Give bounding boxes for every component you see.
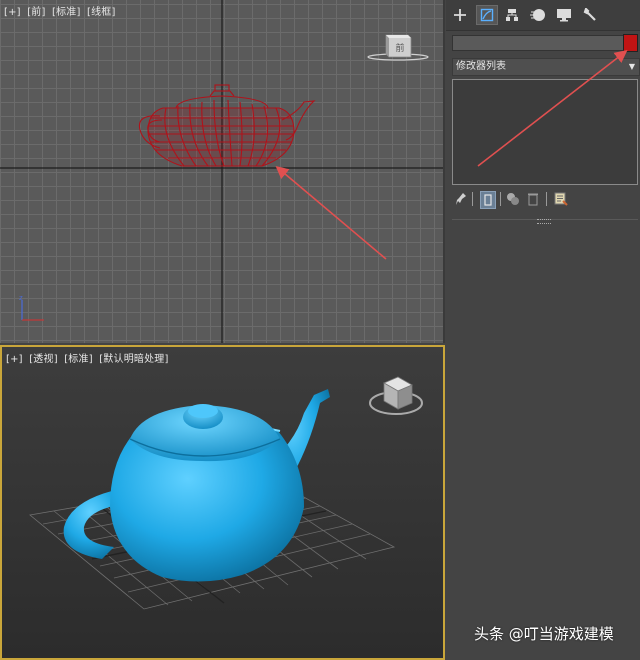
- trash-icon: [528, 193, 538, 206]
- make-unique-icon: [507, 193, 519, 205]
- display-tab[interactable]: [554, 6, 574, 24]
- hierarchy-tab[interactable]: [502, 6, 522, 24]
- front-viewport[interactable]: [+] [前] [标准] [线框] 前 z: [0, 0, 445, 343]
- svg-text:z: z: [19, 294, 23, 302]
- command-panel: 修改器列表 ▼: [446, 0, 640, 658]
- motion-tab[interactable]: [528, 6, 548, 24]
- perspective-viewport-canvas: [29, 376, 423, 610]
- toolbar-separator: [546, 192, 547, 206]
- modifier-stack-list[interactable]: [452, 79, 638, 185]
- display-icon: [557, 9, 571, 22]
- viewcube[interactable]: [369, 376, 423, 415]
- modifier-list-label: 修改器列表: [456, 61, 506, 72]
- rollout-grip-icon: [537, 219, 551, 224]
- toolbar-separator: [500, 192, 501, 206]
- axis-gizmo: z: [19, 294, 44, 321]
- object-name-input[interactable]: [452, 35, 626, 51]
- toolbar-separator: [472, 192, 473, 206]
- utilities-wrench-icon: [583, 8, 596, 21]
- hierarchy-icon: [506, 9, 518, 21]
- wireframe-teapot[interactable]: [138, 84, 316, 167]
- create-tab[interactable]: [450, 6, 470, 24]
- modifier-list-dropdown[interactable]: 修改器列表 ▼: [452, 58, 640, 76]
- make-unique-button[interactable]: [506, 191, 520, 207]
- viewcube[interactable]: 前: [367, 34, 429, 61]
- modify-icon: [480, 8, 494, 22]
- remove-modifier-button[interactable]: [526, 191, 540, 207]
- motion-icon: [530, 9, 545, 21]
- modify-tab[interactable]: [476, 5, 498, 25]
- create-plus-icon: [454, 9, 466, 21]
- watermark-text: 头条 @叮当游戏建模: [474, 625, 614, 643]
- object-color-swatch[interactable]: [623, 34, 638, 52]
- viewcube-face-label: 前: [395, 42, 404, 54]
- utilities-tab[interactable]: [580, 6, 600, 24]
- modifier-stack-toolbar: [452, 189, 638, 209]
- command-panel-tabs: [446, 0, 640, 31]
- show-end-result-button[interactable]: [480, 191, 496, 209]
- rollout-separator[interactable]: [452, 219, 638, 224]
- configure-modifier-sets-button[interactable]: [554, 191, 568, 207]
- pin-stack-button[interactable]: [454, 191, 468, 207]
- configure-sets-icon: [554, 192, 568, 206]
- pin-icon: [456, 193, 466, 205]
- app-window: [+] [前] [标准] [线框] 前 z [+] [透视] [标准] [默认明…: [0, 0, 640, 660]
- shaded-teapot[interactable]: [63, 389, 330, 582]
- show-end-result-icon: [484, 194, 492, 206]
- perspective-viewport[interactable]: [+] [透视] [标准] [默认明暗处理]: [0, 345, 445, 660]
- front-viewport-canvas: 前 z: [0, 0, 443, 343]
- dropdown-arrow-icon: ▼: [628, 62, 635, 71]
